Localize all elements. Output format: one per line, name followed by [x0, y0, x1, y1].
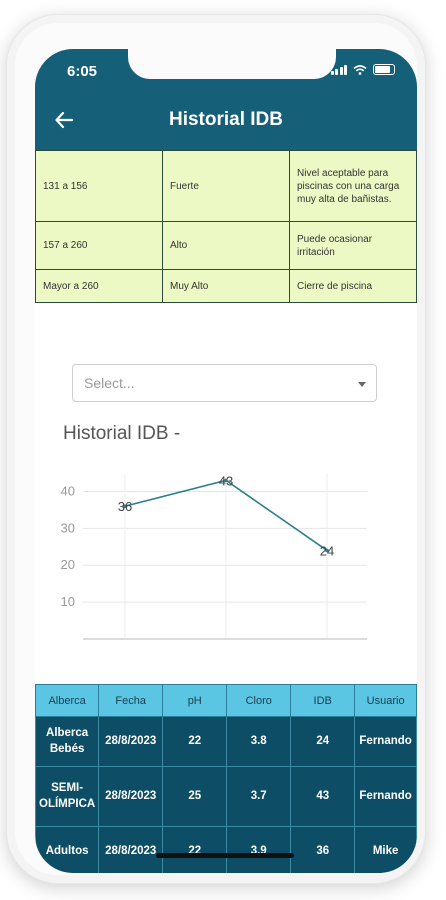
table-cell: Fernando	[354, 766, 417, 827]
data-label: 24	[320, 543, 334, 558]
table-cell: Adultos	[35, 826, 100, 873]
table-cell: 3.8	[226, 716, 292, 767]
home-indicator[interactable]	[156, 853, 294, 858]
table-cell: Nivel aceptable para piscinas con una ca…	[289, 150, 417, 222]
table-cell: 157 a 260	[35, 221, 163, 270]
column-header: Usuario	[354, 684, 417, 717]
app-header: 6:05 Historial IDB	[35, 49, 417, 151]
chart-title: Historial IDB -	[63, 423, 181, 444]
data-label: 36	[118, 499, 132, 514]
table-cell: 3.9	[226, 826, 292, 873]
column-header: Alberca	[35, 684, 100, 717]
table-cell: Muy Alto	[162, 269, 290, 303]
table-cell: 3.7	[226, 766, 292, 827]
table-row: 131 a 156 Fuerte Nivel aceptable para pi…	[35, 150, 417, 222]
y-tick-label: 40	[61, 483, 75, 498]
page-title: Historial IDB	[168, 109, 284, 130]
table-cell: Mayor a 260	[35, 269, 163, 303]
column-header: Cloro	[226, 684, 292, 717]
idb-line-chart: 1020304028/8/2023 (3628/8/2023 (4328/8/2…	[61, 473, 367, 640]
table-cell: Cierre de piscina	[289, 269, 417, 303]
table-row[interactable]: SEMI-OLÍMPICA 28/8/2023 25 3.7 43 Fernan…	[35, 766, 417, 827]
battery-icon	[373, 64, 395, 75]
column-header: IDB	[290, 684, 356, 717]
select-placeholder: Select...	[84, 375, 135, 391]
column-header: pH	[162, 684, 228, 717]
signal-icon	[330, 65, 347, 75]
status-time: 6:05	[67, 63, 98, 80]
table-cell: 131 a 156	[35, 150, 163, 222]
table-cell: 25	[162, 766, 228, 827]
column-header: Fecha	[98, 684, 164, 717]
table-cell: Puede ocasionar irritación	[289, 221, 417, 270]
table-cell: 22	[162, 826, 228, 873]
phone-frame: 6:05 Historial IDB 131 a 156 Fuerte Nive…	[6, 14, 426, 884]
table-header-row: Alberca Fecha pH Cloro IDB Usuario	[35, 684, 417, 717]
table-row: 157 a 260 Alto Puede ocasionar irritació…	[35, 221, 417, 270]
data-label: 43	[219, 473, 233, 488]
table-cell: Alberca Bebés	[35, 716, 100, 767]
table-cell: Fuerte	[162, 150, 290, 222]
status-icons	[330, 64, 395, 75]
y-tick-label: 30	[61, 520, 75, 535]
y-tick-label: 10	[61, 594, 75, 609]
table-cell: 22	[162, 716, 228, 767]
device-notch	[128, 49, 336, 79]
chevron-down-icon	[358, 382, 366, 387]
wifi-icon	[353, 65, 367, 75]
idb-levels-table: 131 a 156 Fuerte Nivel aceptable para pi…	[35, 150, 417, 303]
table-cell: Fernando	[354, 716, 417, 767]
table-row: Mayor a 260 Muy Alto Cierre de piscina	[35, 269, 417, 303]
table-cell: 43	[290, 766, 356, 827]
table-cell: 24	[290, 716, 356, 767]
table-cell: 28/8/2023	[98, 826, 164, 873]
table-cell: Mike	[354, 826, 417, 873]
table-row[interactable]: Adultos 28/8/2023 22 3.9 36 Mike	[35, 826, 417, 873]
table-cell: 36	[290, 826, 356, 873]
table-cell: 28/8/2023	[98, 766, 164, 827]
table-cell: SEMI-OLÍMPICA	[35, 766, 100, 827]
history-table: Alberca Fecha pH Cloro IDB Usuario Alber…	[35, 684, 417, 873]
app-screen: 6:05 Historial IDB 131 a 156 Fuerte Nive…	[35, 49, 417, 873]
table-cell: 28/8/2023	[98, 716, 164, 767]
table-cell: Alto	[162, 221, 290, 270]
pool-select[interactable]: Select...	[72, 364, 377, 402]
y-tick-label: 20	[61, 557, 75, 572]
table-row[interactable]: Alberca Bebés 28/8/2023 22 3.8 24 Fernan…	[35, 716, 417, 767]
